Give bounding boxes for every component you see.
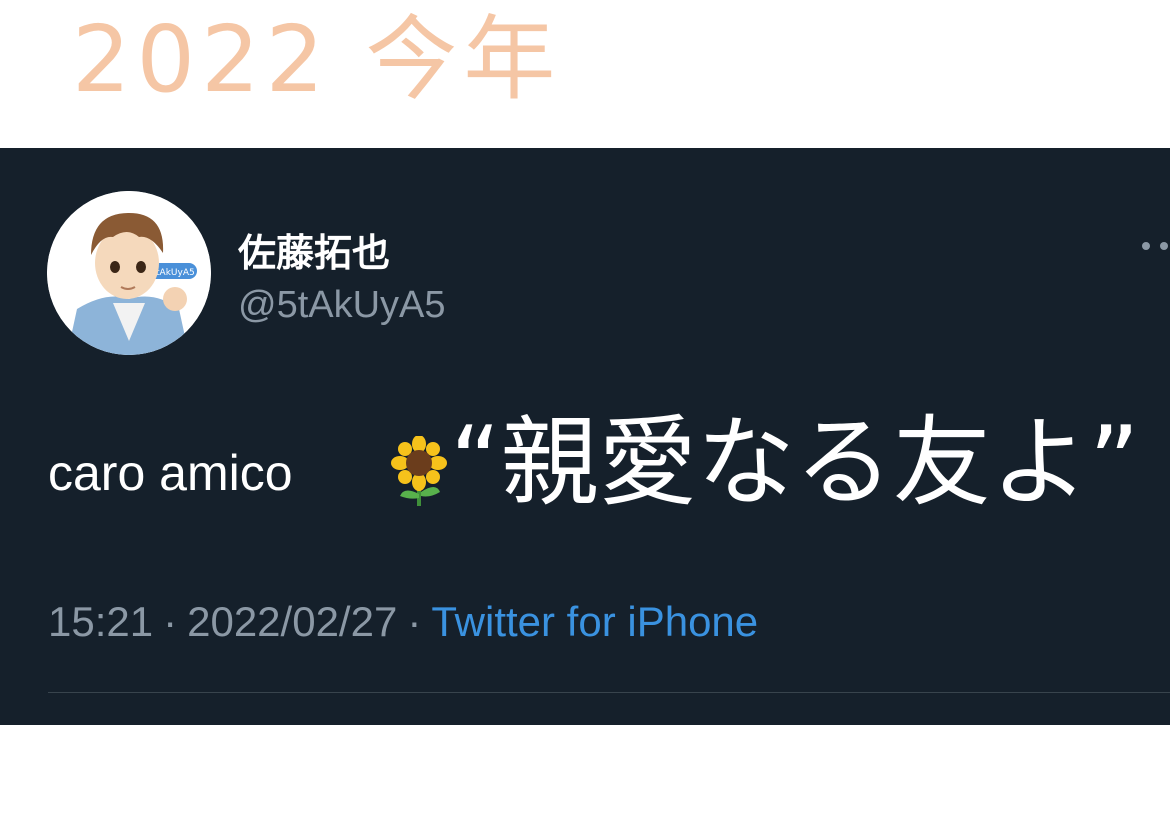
tweet-card: @5tAkUyA5 佐藤拓也 @5tAkUyA5 caro amico “親愛な… [0,148,1170,725]
divider [48,692,1170,693]
tweet-metadata: 15:21 · 2022/02/27 · Twitter for iPhone [48,598,758,646]
tweet-source-link[interactable]: Twitter for iPhone [431,598,758,645]
user-handle[interactable]: @5tAkUyA5 [238,284,446,327]
tweet-text: caro amico [48,445,293,501]
handwritten-translation-caption: “親愛なる友よ” [450,406,1140,520]
tweet-date: 2022/02/27 [187,598,398,645]
display-name[interactable]: 佐藤拓也 [238,222,390,277]
avatar-illustration: @5tAkUyA5 [47,191,211,355]
more-options-icon[interactable] [1140,238,1170,254]
handwritten-year-annotation: 2022 今年 [72,6,562,113]
tweet-time: 15:21 [48,598,154,645]
separator: · [407,598,422,645]
sunflower-icon [391,436,447,506]
separator: · [163,598,178,645]
avatar[interactable]: @5tAkUyA5 [47,191,211,355]
